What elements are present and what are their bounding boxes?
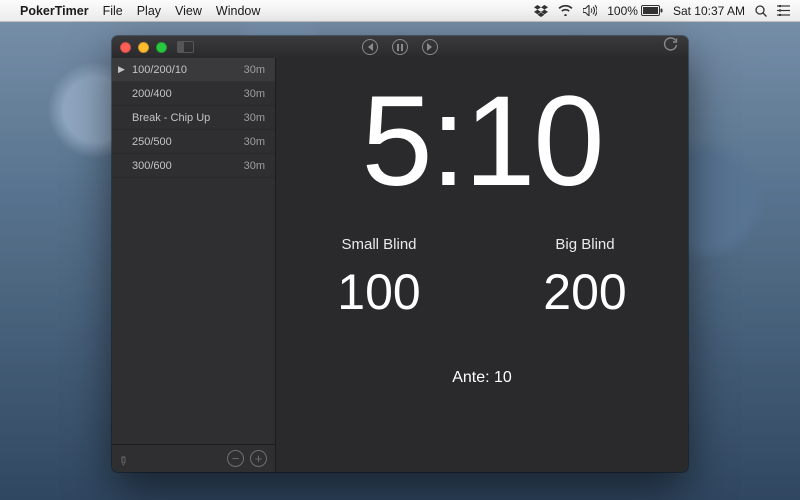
levels-list: ▶ 100/200/10 30m 200/400 30m Break - Chi… (112, 58, 275, 444)
levels-sidebar: ▶ 100/200/10 30m 200/400 30m Break - Chi… (112, 58, 276, 472)
level-label: 100/200/10 (130, 64, 244, 76)
level-row[interactable]: 200/400 30m (112, 82, 275, 106)
level-label: 300/600 (130, 160, 244, 172)
previous-level-button[interactable] (362, 39, 378, 55)
level-row[interactable]: 250/500 30m (112, 130, 275, 154)
level-duration: 30m (244, 64, 265, 76)
remove-level-button[interactable]: − (227, 450, 244, 467)
next-level-button[interactable] (422, 39, 438, 55)
ante-text: Ante: 10 (452, 369, 512, 387)
level-label: Break - Chip Up (130, 112, 244, 124)
menu-window[interactable]: Window (216, 4, 260, 18)
level-row[interactable]: 300/600 30m (112, 154, 275, 178)
notification-center-icon[interactable] (777, 5, 790, 16)
level-duration: 30m (244, 160, 265, 172)
window-minimize-button[interactable] (138, 42, 149, 53)
level-duration: 30m (244, 136, 265, 148)
level-row[interactable]: ▶ 100/200/10 30m (112, 58, 275, 82)
volume-icon[interactable] (583, 5, 597, 16)
app-window: ▶ 100/200/10 30m 200/400 30m Break - Chi… (112, 36, 688, 472)
level-duration: 30m (244, 88, 265, 100)
small-blind-value: 100 (276, 263, 482, 321)
spotlight-icon[interactable] (755, 5, 767, 17)
window-titlebar[interactable] (112, 36, 688, 58)
level-row[interactable]: Break - Chip Up 30m (112, 106, 275, 130)
battery-percent: 100% (607, 4, 638, 18)
menubar-clock[interactable]: Sat 10:37 AM (673, 4, 745, 18)
battery-indicator[interactable]: 100% (607, 4, 663, 18)
pause-button[interactable] (392, 39, 408, 55)
window-zoom-button[interactable] (156, 42, 167, 53)
level-duration: 30m (244, 112, 265, 124)
level-label: 200/400 (130, 88, 244, 100)
edit-icon[interactable]: ✎ (115, 452, 132, 469)
reset-button[interactable] (663, 37, 678, 57)
dropbox-icon[interactable] (534, 5, 548, 17)
window-close-button[interactable] (120, 42, 131, 53)
level-label: 250/500 (130, 136, 244, 148)
app-menu[interactable]: PokerTimer (20, 4, 89, 18)
add-level-button[interactable]: + (250, 450, 267, 467)
sidebar-footer: ✎ − + (112, 444, 275, 472)
big-blind-value: 200 (482, 263, 688, 321)
big-blind-label: Big Blind (482, 236, 688, 253)
wifi-icon[interactable] (558, 5, 573, 16)
system-menubar: PokerTimer File Play View Window 100% Sa… (0, 0, 800, 22)
current-level-indicator-icon: ▶ (118, 64, 130, 75)
menu-file[interactable]: File (103, 4, 123, 18)
menu-view[interactable]: View (175, 4, 202, 18)
menu-play[interactable]: Play (137, 4, 161, 18)
timer-pane: 5:10 Small Blind 100 Big Blind 200 Ante:… (276, 58, 688, 472)
sidebar-toggle-button[interactable] (177, 41, 194, 53)
small-blind-label: Small Blind (276, 236, 482, 253)
countdown-clock: 5:10 (361, 78, 602, 206)
